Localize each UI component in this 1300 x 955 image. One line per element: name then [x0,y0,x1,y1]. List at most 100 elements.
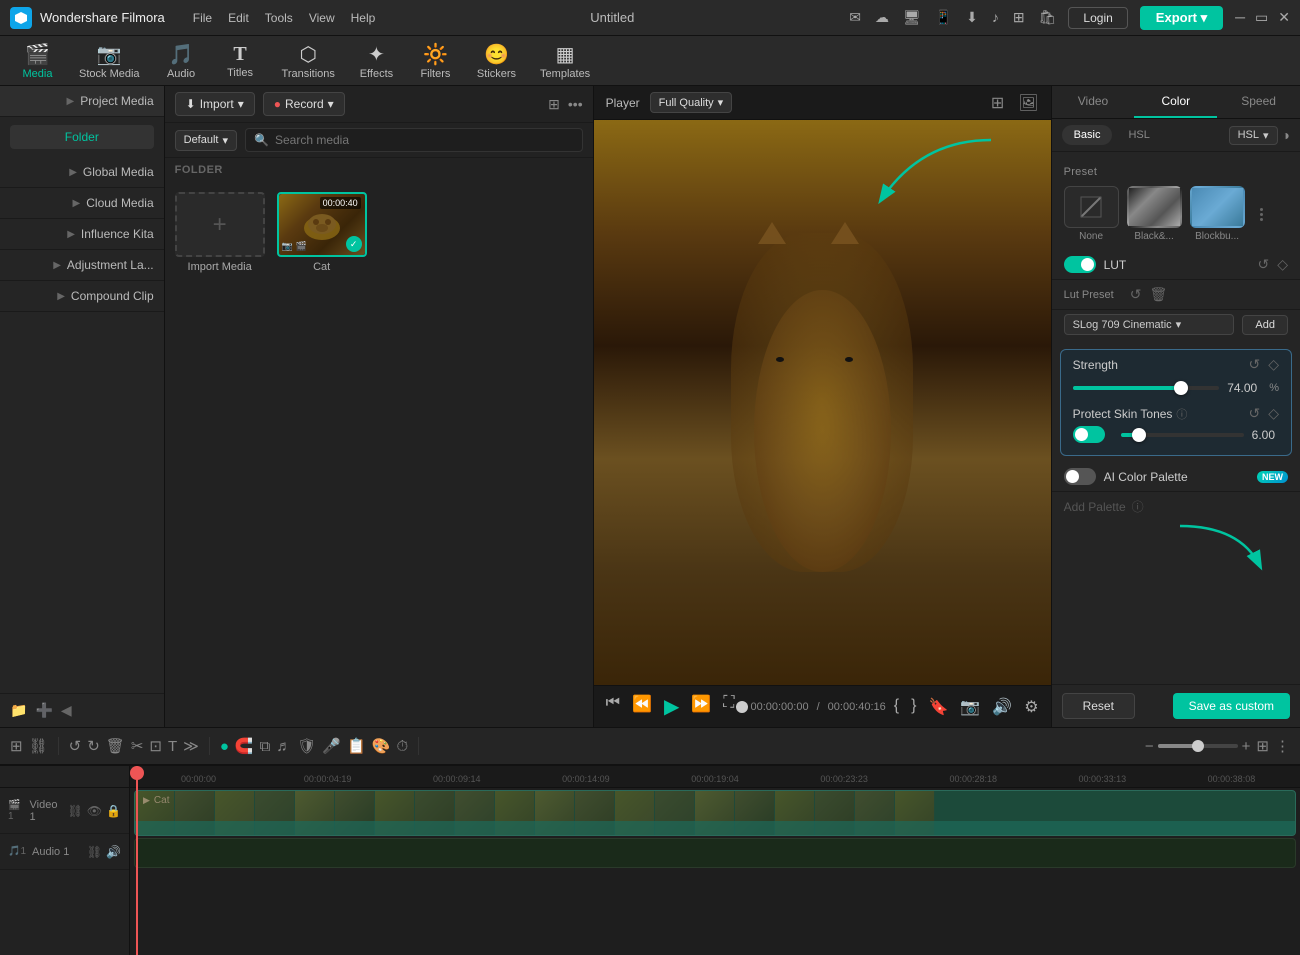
frame-back-icon[interactable]: ⏪ [632,694,652,719]
track-eye-icon[interactable]: 👁 [87,804,102,818]
grid-dots-icon[interactable]: ⊞ [1256,737,1269,755]
color-wheel-icon[interactable]: ◑ [1282,127,1290,143]
sidebar-item-cloud-media[interactable]: ▶ Cloud Media [0,188,164,219]
login-button[interactable]: Login [1068,7,1127,29]
settings-icon[interactable]: ⚙ [1024,697,1038,717]
delete-icon[interactable]: 🗑 [106,737,125,755]
play-button[interactable]: ▶ [664,694,679,719]
music-icon[interactable]: ♪ [992,9,999,26]
tool-filters[interactable]: 🔆 Filters [408,38,463,84]
tool-stock-media[interactable]: 📷 Stock Media [69,38,150,84]
cloud-icon[interactable]: ☁ [875,9,889,26]
import-media-item[interactable]: + Import Media [175,192,265,273]
export-button[interactable]: Export ▾ [1140,6,1223,30]
quality-selector[interactable]: Full Quality ▾ [650,92,733,113]
download-icon[interactable]: ⬇ [966,9,978,26]
filter-icon[interactable]: ⊞ [548,96,560,113]
lut-toggle[interactable] [1064,256,1096,273]
tool-titles[interactable]: T Titles [213,39,268,83]
subtab-basic[interactable]: Basic [1062,125,1113,145]
shop-icon[interactable]: 🛍 [1039,9,1057,26]
zoom-out-icon[interactable]: − [1145,738,1154,755]
strength-diamond-icon[interactable]: ◇ [1268,356,1279,373]
mark-out-icon[interactable]: } [911,697,916,717]
lut-diamond-icon[interactable]: ◇ [1277,256,1288,273]
audio-icon2[interactable]: ♬ [276,738,291,755]
maximize-button[interactable]: ▭ [1255,9,1268,26]
lut-preset-reset-icon[interactable]: ↺ [1130,286,1142,303]
redo-icon[interactable]: ↻ [87,737,100,755]
search-box[interactable]: 🔍 [245,128,583,152]
protect-slider[interactable] [1121,433,1244,437]
lut-add-button[interactable]: Add [1242,315,1288,335]
track-lock-icon[interactable]: 🔒 [106,804,121,818]
cat-thumbnail[interactable]: 00:00:40 📷 🎬 ✓ [277,192,367,257]
add-marker-icon[interactable]: 🔖 [928,697,948,717]
grid-icon[interactable]: ⊞ [1013,9,1025,26]
cat-media-item[interactable]: 00:00:40 📷 🎬 ✓ Cat [277,192,367,273]
snap-icon[interactable]: ⊞ [10,737,23,755]
mic-icon[interactable]: 🎤 [322,737,341,755]
lut-preset-selector[interactable]: SLog 709 Cinematic ▾ [1064,314,1235,335]
strength-reset-icon[interactable]: ↺ [1248,356,1260,373]
collapse-sidebar-icon[interactable]: ◀ [61,702,72,719]
new-folder-icon[interactable]: 📁 [10,702,27,719]
add-folder-icon[interactable]: ➕ [35,702,52,719]
sidebar-item-compound-clip[interactable]: ▶ Compound Clip [0,281,164,312]
sidebar-item-project-media[interactable]: ▶ Project Media [0,86,164,117]
tool-media[interactable]: 🎬 Media [10,38,65,84]
track-link-icon[interactable]: ⛓ [68,804,83,818]
mark-in-icon[interactable]: { [894,697,899,717]
more-dots-icon[interactable]: ⋮ [1275,737,1290,755]
screenshot-icon[interactable]: 📷 [960,697,980,717]
ai-palette-toggle[interactable] [1064,468,1096,485]
subtab-hsl[interactable]: HSL [1116,125,1161,145]
tool-effects[interactable]: ✦ Effects [349,38,404,84]
zoom-in-icon[interactable]: + [1242,738,1251,755]
menu-tools[interactable]: Tools [265,11,293,25]
menu-edit[interactable]: Edit [228,11,249,25]
protect-skin-toggle[interactable] [1073,426,1105,443]
preset-none[interactable]: None [1064,186,1119,242]
lut-reset-icon[interactable]: ↺ [1257,256,1269,273]
fullscreen-preview-icon[interactable]: ⛶ [723,694,734,719]
menu-view[interactable]: View [309,11,335,25]
tab-color[interactable]: Color [1134,86,1217,118]
undo-icon[interactable]: ↺ [69,737,82,755]
tool-stickers[interactable]: 😊 Stickers [467,38,526,84]
audio-mute-icon[interactable]: 🔊 [106,845,121,859]
lut-preset-delete-icon[interactable]: 🗑 [1149,286,1167,303]
preset-blackwhite[interactable]: Black&... [1127,186,1182,242]
preset-blockbuster[interactable]: Blockbu... [1190,186,1245,242]
tool-transitions[interactable]: ⬡ Transitions [272,38,345,84]
subtitle-icon[interactable]: 📋 [347,737,366,755]
screen-icon[interactable]: 🖥 [903,9,921,26]
magnet-icon[interactable]: 🧲 [235,737,254,755]
audio-link-icon[interactable]: ⛓ [87,845,102,859]
text-icon[interactable]: T [168,738,177,755]
hsl-dropdown[interactable]: HSL ▾ [1229,126,1278,145]
volume-icon[interactable]: 🔊 [992,697,1012,717]
protect-thumb[interactable] [1132,428,1146,442]
tab-speed[interactable]: Speed [1217,86,1300,118]
crop-icon[interactable]: ⊡ [149,737,162,755]
more-presets[interactable] [1253,186,1270,242]
shield-icon[interactable]: 🛡 [297,737,316,755]
frame-forward-icon[interactable]: ⏩ [691,694,711,719]
info-icon[interactable]: ⓘ [1176,406,1187,422]
ripple-icon[interactable]: ● [220,738,229,755]
protect-reset-icon[interactable]: ↺ [1248,405,1260,422]
sidebar-item-adjustment[interactable]: ▶ Adjustment La... [0,250,164,281]
audio-clip[interactable] [134,838,1296,868]
strength-slider[interactable] [1073,386,1220,390]
close-button[interactable]: ✕ [1278,9,1290,26]
tool-templates[interactable]: ▦ Templates [530,38,600,84]
split-icon[interactable]: ⧉ [260,738,271,755]
menu-file[interactable]: File [193,11,212,25]
minimize-button[interactable]: ─ [1235,9,1245,26]
reset-button[interactable]: Reset [1062,693,1135,719]
sidebar-item-global-media[interactable]: ▶ Global Media [0,157,164,188]
menu-help[interactable]: Help [351,11,376,25]
protect-diamond-icon[interactable]: ◇ [1268,405,1279,422]
import-button[interactable]: ⬇ Import ▾ [175,92,255,116]
